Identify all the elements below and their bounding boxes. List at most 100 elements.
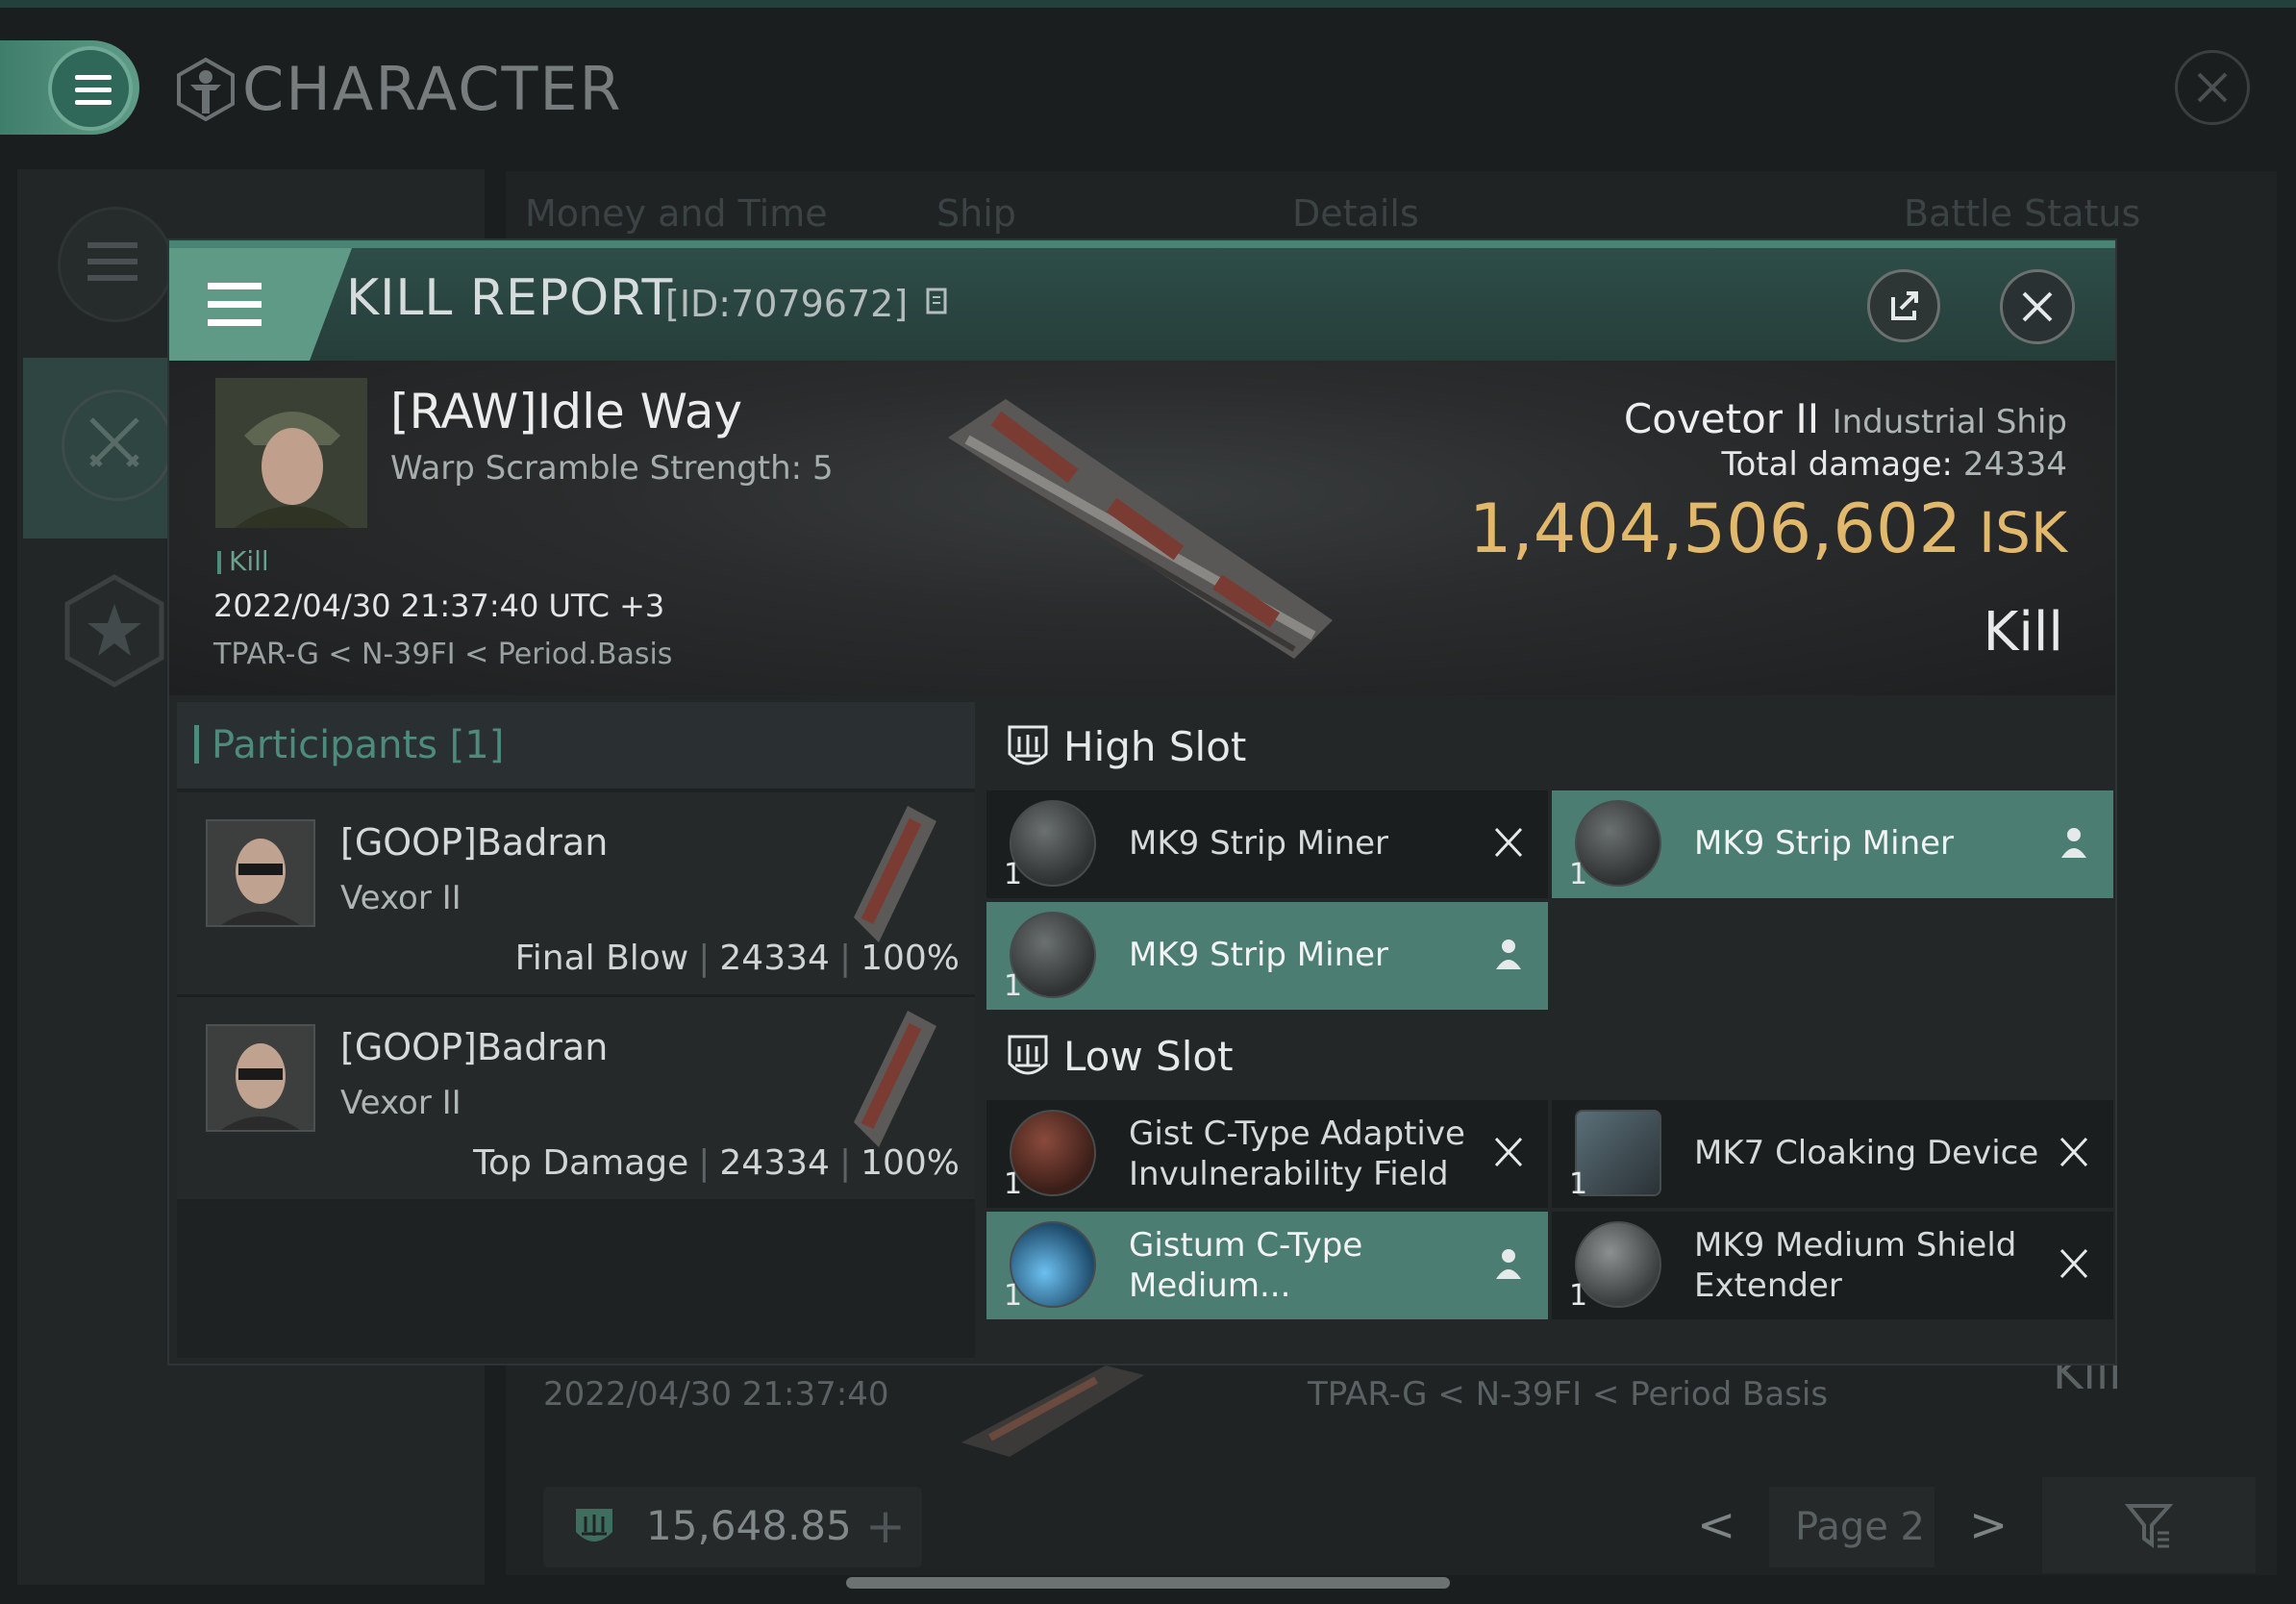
kill-report-id-text: [ID:7079672] — [665, 283, 909, 325]
low-slot-header: Low Slot — [981, 1012, 2115, 1098]
prev-page-button[interactable]: < — [1697, 1498, 1735, 1552]
participant-portrait[interactable] — [206, 819, 315, 927]
main-menu-button[interactable] — [48, 46, 133, 131]
modal-menu-button[interactable] — [169, 248, 310, 361]
participant-name: [GOOP]Badran — [340, 821, 609, 864]
participant-ship-image — [854, 1011, 936, 1147]
fitting-panel: High Slot 1 MK9 Strip Miner 1 MK9 Strip … — [981, 702, 2115, 1358]
participant-percent: 100% — [861, 1143, 960, 1183]
share-button[interactable] — [1867, 269, 1940, 342]
item-quantity: 1 — [1569, 1167, 1588, 1201]
low-slot-icon — [1008, 1035, 1048, 1075]
participant-percent: 100% — [861, 939, 960, 978]
header-battle-status[interactable]: Battle Status — [1904, 192, 2140, 235]
victim-name[interactable]: [RAW]Idle Way — [390, 384, 742, 439]
participants-title: Participants [1] — [212, 723, 505, 767]
kill-tag: Kill — [217, 545, 269, 577]
sidebar-menu-button[interactable] — [58, 207, 173, 322]
window-title: CHARACTER — [242, 54, 623, 124]
header-details[interactable]: Details — [1292, 192, 1419, 235]
isk-unit: ISK — [1979, 500, 2067, 565]
high-slot-header: High Slot — [981, 702, 2115, 789]
destroyed-x-icon — [2059, 1137, 2088, 1167]
copy-icon[interactable] — [925, 286, 950, 316]
star-badge-icon[interactable] — [62, 573, 167, 689]
fitting-item[interactable]: 1 Gist C-Type Adaptive Invulnerability F… — [986, 1100, 1548, 1208]
item-quantity: 1 — [1569, 1279, 1588, 1313]
dropped-person-icon — [1496, 940, 1521, 969]
sidebar-kills-button[interactable] — [62, 389, 173, 501]
horizontal-scrollbar[interactable] — [846, 1577, 1450, 1589]
kill-tag-label: Kill — [229, 545, 269, 577]
item-name: MK9 Strip Miner — [1129, 936, 1389, 974]
list-row-location: TPAR-G < N-39FI < Period Basis — [1308, 1375, 1829, 1414]
list-row-ship-image — [961, 1366, 1144, 1457]
destroyed-x-icon — [1494, 827, 1523, 858]
participant-row[interactable]: [GOOP]Badran Vexor II Top Damage | 24334 | 1… — [177, 997, 975, 1202]
isk-shield-icon — [576, 1509, 612, 1541]
window-close-button[interactable] — [2175, 50, 2250, 125]
high-slot-title: High Slot — [1063, 723, 1247, 770]
menu-icon — [208, 283, 262, 326]
close-icon — [2022, 291, 2053, 322]
kill-location[interactable]: TPAR-G < N-39FI < Period.Basis — [213, 638, 672, 671]
page-label: Page 2 — [1795, 1505, 1925, 1549]
strip-miner-icon — [1010, 912, 1096, 998]
total-damage: Total damage: 24334 — [1721, 445, 2067, 484]
participant-portrait[interactable] — [206, 1024, 315, 1132]
modal-close-button[interactable] — [2000, 269, 2075, 344]
shield-booster-icon — [1010, 1221, 1096, 1308]
victim-warp-strength: Warp Scramble Strength: 5 — [390, 449, 834, 488]
participant-row[interactable]: [GOOP]Badran Vexor II Final Blow | 24334 | 1… — [177, 792, 975, 997]
participant-damage: 24334 — [719, 939, 830, 978]
wallet-add-button[interactable]: + — [865, 1498, 906, 1554]
total-damage-label: Total damage: — [1721, 445, 1954, 484]
fitting-item[interactable]: 1 MK9 Strip Miner — [986, 902, 1548, 1010]
item-name: MK9 Medium Shield Extender — [1694, 1226, 2017, 1305]
isk-value: 1,404,506,602 ISK — [1469, 489, 2067, 568]
item-quantity: 1 — [1004, 858, 1023, 891]
victim-portrait[interactable] — [215, 378, 367, 528]
kill-report-id[interactable]: [ID:7079672] — [665, 283, 950, 325]
filter-icon — [2125, 1504, 2173, 1548]
fitting-item[interactable]: 1 MK9 Medium Shield Extender — [1552, 1212, 2113, 1319]
participant-role: Final Blow — [514, 939, 689, 978]
victim-ship-class: Industrial Ship — [1832, 403, 2067, 441]
destroyed-x-icon — [1494, 1137, 1523, 1167]
fitting-item[interactable]: 1 MK9 Strip Miner — [1552, 790, 2113, 898]
item-name: MK9 Strip Miner — [1694, 824, 1955, 863]
kill-time: 2022/04/30 21:37:40 UTC +3 — [213, 588, 665, 624]
participant-damage: 24334 — [719, 1143, 830, 1183]
participants-header: Participants [1] — [177, 702, 975, 789]
item-name: MK7 Cloaking Device — [1694, 1134, 2039, 1172]
item-quantity: 1 — [1004, 969, 1023, 1003]
participants-header-marker — [194, 725, 199, 764]
fitting-item[interactable]: 1 MK7 Cloaking Device — [1552, 1100, 2113, 1208]
fitting-item[interactable]: 1 Gistum C-Type Medium... — [986, 1212, 1548, 1319]
total-damage-value: 24334 — [1962, 445, 2067, 484]
low-slot-title: Low Slot — [1063, 1033, 1234, 1080]
strip-miner-icon — [1575, 800, 1661, 887]
participant-role: Top Damage — [473, 1143, 689, 1183]
shield-extender-icon — [1575, 1221, 1661, 1308]
header-money-time[interactable]: Money and Time — [525, 192, 828, 235]
dropped-person-icon — [1496, 1249, 1521, 1279]
participant-name: [GOOP]Badran — [340, 1026, 609, 1068]
next-page-button[interactable]: > — [1969, 1498, 2008, 1552]
victim-ship-image — [948, 399, 1333, 659]
isk-amount: 1,404,506,602 — [1468, 489, 1962, 568]
header-ship[interactable]: Ship — [936, 192, 1016, 235]
share-external-icon — [1891, 291, 1918, 320]
victim-ship[interactable]: Covetor II Industrial Ship — [1624, 395, 2067, 442]
invulnerability-field-icon — [1010, 1110, 1096, 1196]
crossed-swords-icon — [89, 417, 139, 467]
fitting-item[interactable]: 1 MK9 Strip Miner — [986, 790, 1548, 898]
dropped-person-icon — [2061, 828, 2086, 858]
item-quantity: 1 — [1004, 1167, 1023, 1201]
list-icon — [87, 242, 137, 281]
cloaking-device-icon — [1575, 1110, 1661, 1196]
victim-summary: [RAW]Idle Way Warp Scramble Strength: 5 … — [169, 361, 2115, 695]
participant-ship-image — [854, 806, 936, 942]
kill-tag-marker — [217, 551, 221, 574]
character-icon — [177, 58, 235, 121]
